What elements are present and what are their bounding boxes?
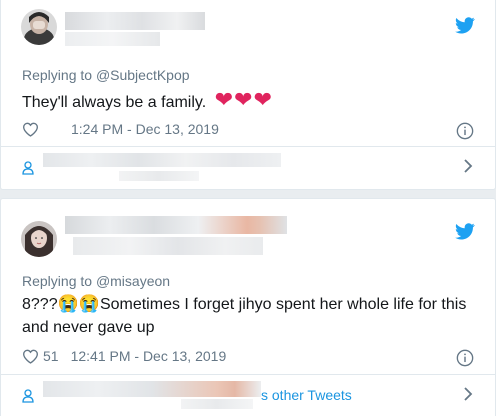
conversation-link-row[interactable] [1,147,495,185]
person-icon [22,161,34,175]
tweet-timestamp[interactable]: 1:24 PM - Dec 13, 2019 [71,121,219,137]
reply-prefix: Replying to [22,273,93,289]
conversation-avatars-redacted [43,381,261,397]
chevron-right-icon[interactable] [463,159,473,173]
tweet-meta: 1:24 PM - Dec 13, 2019 [22,121,219,137]
tweet-meta: 51 12:41 PM - Dec 13, 2019 [22,348,226,364]
reply-context: Replying to @misayeon [22,273,170,289]
like-count[interactable]: 51 [43,348,59,364]
reply-handle-link[interactable]: @SubjectKpop [96,67,190,83]
tweet-body-part2: Sometimes I forget jihyo spent her whole… [99,296,467,313]
chevron-right-icon[interactable] [463,387,473,401]
twitter-bird-icon[interactable] [455,223,475,240]
reply-prefix: Replying to [22,67,93,83]
crying-emoji: 😭😭 [57,294,100,313]
avatar[interactable] [21,9,57,45]
conversation-avatars-redacted [119,171,199,181]
info-icon[interactable] [456,122,474,140]
info-icon[interactable] [456,349,474,367]
username-redacted[interactable] [65,32,160,46]
heart-emoji: ❤❤❤ [214,87,273,112]
tweet-body: They'll always be a family. [22,94,207,111]
avatar[interactable] [21,221,57,257]
tweet-body-line2: and never gave up [22,319,155,336]
display-name-redacted[interactable] [65,12,205,30]
tweet-text: They'll always be a family. ❤❤❤ [22,88,273,114]
heart-outline-icon[interactable] [22,122,39,137]
conversation-avatars-redacted [43,153,281,167]
conversation-avatars-redacted [181,399,253,409]
heart-outline-icon[interactable] [22,349,39,364]
display-name-redacted[interactable] [65,216,287,234]
conversation-link-text[interactable]: s other Tweets [261,387,352,403]
tweet-text: 8???😭😭Sometimes I forget jihyo spent her… [22,292,482,339]
tweet-timestamp[interactable]: 12:41 PM - Dec 13, 2019 [71,348,227,364]
reply-context: Replying to @SubjectKpop [22,67,190,83]
username-redacted[interactable] [73,237,263,255]
twitter-bird-icon[interactable] [455,17,475,34]
tweet-card-2[interactable]: Replying to @misayeon 8???😭😭Sometimes I … [0,198,496,416]
person-icon [22,389,34,403]
reply-handle-link[interactable]: @misayeon [96,273,170,289]
tweet-body-part1: 8??? [22,296,58,313]
tweet-card-1[interactable]: Replying to @SubjectKpop They'll always … [0,0,496,190]
conversation-link-row[interactable]: s other Tweets [1,375,495,413]
